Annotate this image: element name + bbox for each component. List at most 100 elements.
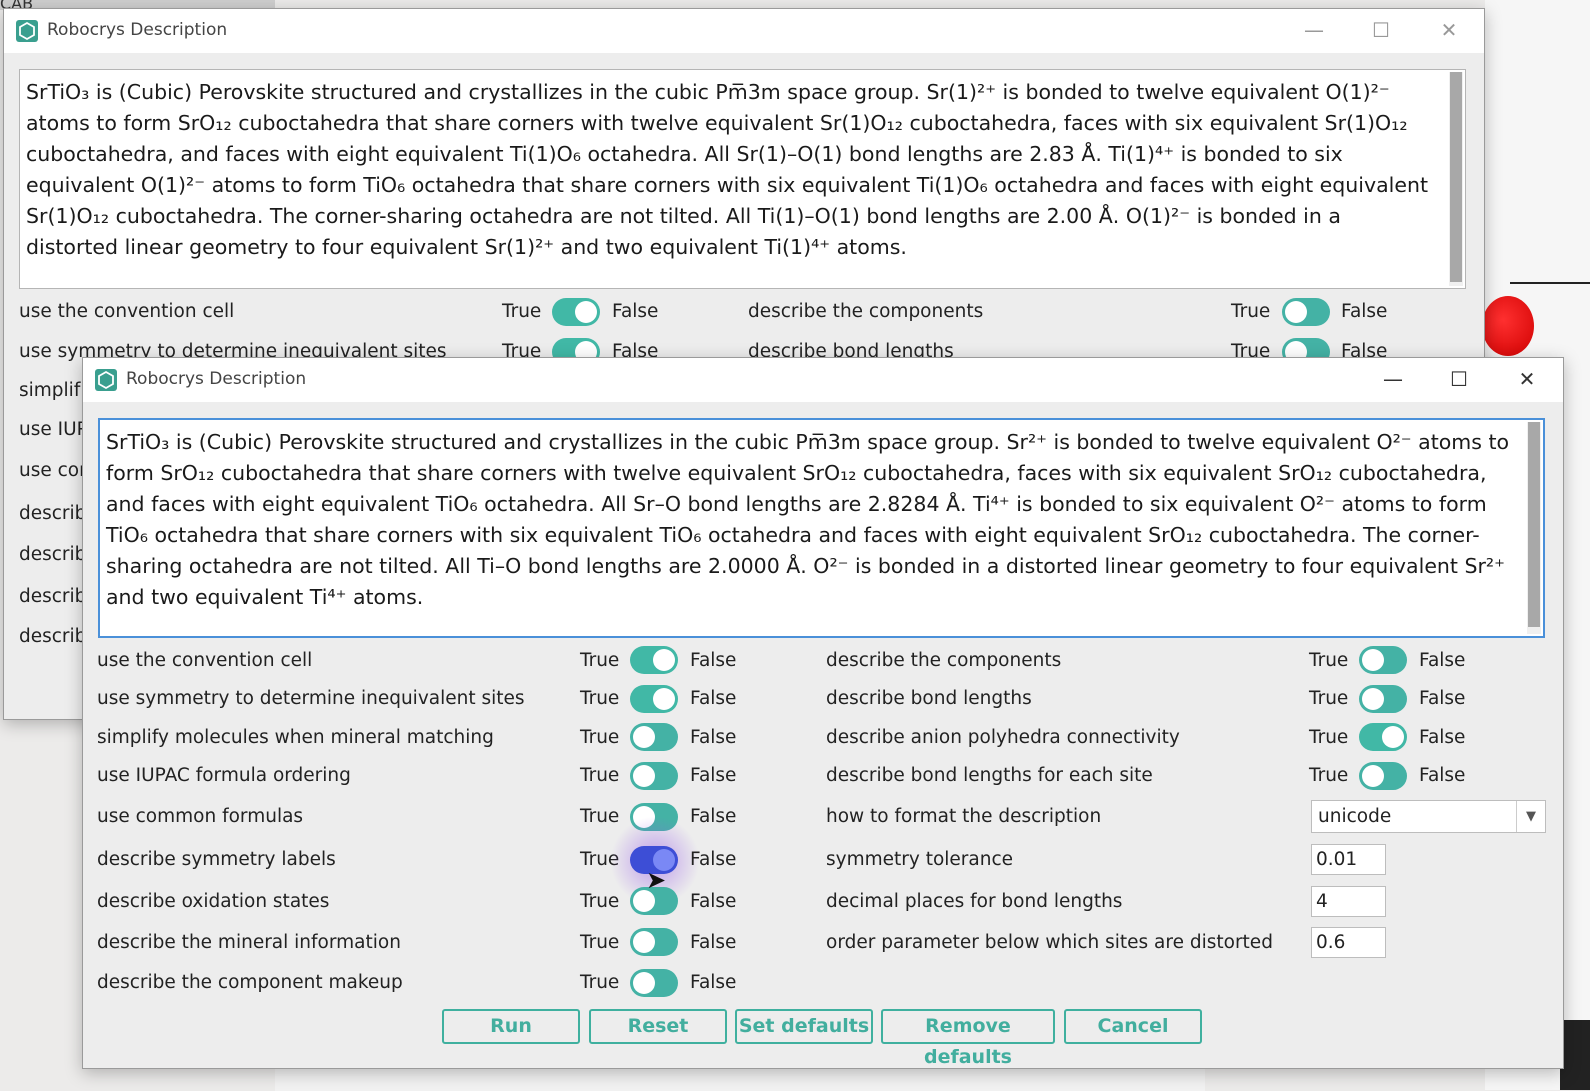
app-icon: [16, 20, 38, 42]
scrollbar[interactable]: [1527, 422, 1541, 634]
false-label: False: [1341, 301, 1388, 322]
true-label: True: [502, 301, 542, 322]
symmetry-tolerance-field[interactable]: 0.01: [1311, 844, 1386, 875]
option-label: use the convention cell: [97, 650, 313, 671]
option-label: describe bond lengths for each site: [826, 765, 1153, 786]
false-label: False: [690, 849, 737, 870]
toggle-use-convention-cell[interactable]: [630, 646, 678, 674]
option-label: use symmetry to determine inequivalent s…: [97, 688, 525, 709]
false-label: False: [690, 972, 737, 993]
toggle-mineral-info[interactable]: [630, 928, 678, 956]
description-textbox[interactable]: SrTiO₃ is (Cubic) Perovskite structured …: [98, 418, 1545, 638]
option-label: use IUP: [19, 419, 88, 440]
close-icon[interactable]: ✕: [1429, 15, 1469, 45]
option-label: describ: [19, 544, 87, 565]
option-label: use the convention cell: [19, 301, 235, 322]
format-select-value: unicode: [1318, 806, 1392, 827]
false-label: False: [1419, 688, 1466, 709]
mouse-cursor-icon: ➤: [646, 866, 667, 894]
order-parameter-field[interactable]: 0.6: [1311, 927, 1386, 958]
option-label: use IUPAC formula ordering: [97, 765, 351, 786]
option-label: describ: [19, 586, 87, 607]
format-label: how to format the description: [826, 806, 1102, 827]
maximize-icon[interactable]: ☐: [1361, 15, 1401, 45]
decimal-places-field[interactable]: 4: [1311, 886, 1386, 917]
true-label: True: [580, 806, 620, 827]
order-parameter-label: order parameter below which sites are di…: [826, 932, 1273, 953]
false-label: False: [690, 688, 737, 709]
cancel-button[interactable]: Cancel: [1064, 1009, 1202, 1044]
app-icon: [95, 369, 117, 391]
toggle-component-makeup[interactable]: [630, 969, 678, 997]
remove-defaults-button[interactable]: Remove defaults: [881, 1009, 1055, 1068]
maximize-icon[interactable]: ☐: [1439, 364, 1479, 394]
option-label: simplify molecules when mineral matching: [97, 727, 494, 748]
option-label: describe the component makeup: [97, 972, 403, 993]
option-label: describe anion polyhedra connectivity: [826, 727, 1180, 748]
background-bottom-bar: [275, 1068, 1205, 1091]
description-text: SrTiO₃ is (Cubic) Perovskite structured …: [106, 430, 1510, 609]
false-label: False: [690, 891, 737, 912]
title-bar: Robocrys Description — ☐ ✕: [83, 358, 1563, 402]
toggle-describe-components[interactable]: [1359, 646, 1407, 674]
close-icon[interactable]: ✕: [1507, 364, 1547, 394]
description-text: SrTiO₃ is (Cubic) Perovskite structured …: [26, 80, 1428, 259]
false-label: False: [690, 806, 737, 827]
true-label: True: [1309, 650, 1349, 671]
true-label: True: [580, 688, 620, 709]
toggle-switch[interactable]: [552, 298, 600, 326]
false-label: False: [612, 301, 659, 322]
robocrys-window-front: Robocrys Description — ☐ ✕ SrTiO₃ is (Cu…: [82, 357, 1564, 1069]
true-label: True: [1309, 727, 1349, 748]
minimize-icon[interactable]: —: [1373, 364, 1413, 394]
decimal-label: decimal places for bond lengths: [826, 891, 1123, 912]
background-bond-line: [1510, 282, 1590, 284]
toggle-bond-lengths-each-site[interactable]: [1359, 762, 1407, 790]
true-label: True: [580, 932, 620, 953]
tolerance-label: symmetry tolerance: [826, 849, 1014, 870]
toggle-bond-lengths[interactable]: [1359, 685, 1407, 713]
background-dark-panel: [1560, 1020, 1590, 1090]
description-textbox[interactable]: SrTiO₃ is (Cubic) Perovskite structured …: [19, 69, 1466, 289]
true-label: True: [1309, 688, 1349, 709]
window-title: Robocrys Description: [47, 20, 228, 40]
format-select[interactable]: unicode ▼: [1311, 800, 1546, 833]
option-label: describ: [19, 503, 87, 524]
option-label: simplif: [19, 380, 81, 401]
toggle-simplify-molecules[interactable]: [630, 723, 678, 751]
minimize-icon[interactable]: —: [1294, 15, 1334, 45]
toggle-switch[interactable]: [1282, 298, 1330, 326]
option-label: describ: [19, 626, 87, 647]
toggle-anion-polyhedra[interactable]: [1359, 723, 1407, 751]
true-label: True: [1309, 765, 1349, 786]
scrollbar[interactable]: [1449, 72, 1463, 286]
option-label: use cor: [19, 460, 87, 481]
option-label: use common formulas: [97, 806, 304, 827]
scrollbar-thumb[interactable]: [1450, 72, 1462, 282]
option-label: describe bond lengths: [826, 688, 1032, 709]
toggle-iupac-ordering[interactable]: [630, 762, 678, 790]
false-label: False: [1419, 727, 1466, 748]
scrollbar-thumb[interactable]: [1528, 422, 1540, 627]
run-button[interactable]: Run: [442, 1009, 580, 1044]
false-label: False: [690, 727, 737, 748]
false-label: False: [690, 765, 737, 786]
order-parameter-value: 0.6: [1316, 932, 1346, 953]
set-defaults-button[interactable]: Set defaults: [735, 1009, 873, 1044]
toggle-use-symmetry[interactable]: [630, 685, 678, 713]
true-label: True: [580, 891, 620, 912]
option-label: describe the components: [748, 301, 984, 322]
true-label: True: [580, 650, 620, 671]
false-label: False: [1419, 765, 1466, 786]
chevron-down-icon[interactable]: ▼: [1516, 801, 1545, 832]
option-label: describe the components: [826, 650, 1062, 671]
decimal-places-value: 4: [1316, 891, 1328, 912]
true-label: True: [580, 972, 620, 993]
true-label: True: [580, 727, 620, 748]
option-label: describe symmetry labels: [97, 849, 336, 870]
option-label: describe oxidation states: [97, 891, 330, 912]
reset-button[interactable]: Reset: [589, 1009, 727, 1044]
option-label: describe the mineral information: [97, 932, 401, 953]
symmetry-tolerance-value: 0.01: [1316, 849, 1358, 870]
false-label: False: [690, 932, 737, 953]
